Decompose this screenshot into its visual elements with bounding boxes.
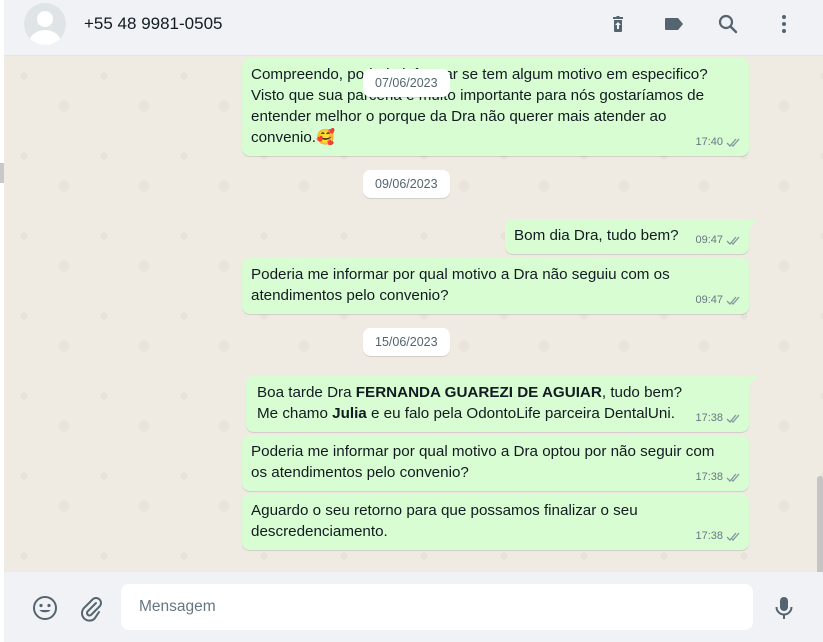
menu-dots-icon[interactable]	[772, 12, 796, 36]
message-line: os atendimentos pelo convenio?	[251, 464, 469, 481]
message-bubble[interactable]: Bom dia Dra, tudo bem? 09:47	[505, 219, 757, 254]
date-divider: 09/06/2023	[363, 170, 450, 198]
message-line: Aguardo o seu retorno para que possamos …	[251, 502, 638, 519]
double-check-icon	[726, 138, 740, 147]
message-meta: 09:47	[695, 290, 742, 311]
double-check-icon	[726, 236, 740, 245]
message-input[interactable]	[121, 584, 753, 630]
scrollbar[interactable]	[817, 476, 823, 572]
message-time: 17:40	[695, 136, 723, 148]
message-bubble[interactable]: Compreendo, poderia informar se tem algu…	[242, 58, 749, 156]
message-line: convenio.🥰	[251, 129, 335, 146]
text-segment: Boa tarde Dra	[257, 384, 356, 401]
attach-icon[interactable]	[77, 594, 105, 622]
date-divider-sticky: 07/06/2023	[363, 69, 450, 97]
message-list[interactable]: Compreendo, poderia informar se tem algu…	[4, 56, 823, 572]
double-check-icon	[726, 473, 740, 482]
avatar[interactable]	[24, 3, 66, 45]
message-line: Compreendo, poderia informar se tem algu…	[251, 66, 708, 83]
date-divider: 15/06/2023	[363, 328, 450, 356]
double-check-icon	[726, 296, 740, 305]
chat-window: +55 48 9981-0505 Compreendo, poderia inf…	[4, 0, 823, 642]
message-line: Boa tarde Dra FERNANDA GUAREZI DE AGUIAR…	[257, 382, 740, 403]
text-segment: Me chamo	[257, 405, 333, 422]
message-line: entender melhor o porque da Dra não quer…	[251, 108, 667, 125]
message-line: Me chamo Julia e eu falo pela OdontoLife…	[257, 403, 740, 424]
message-time: 09:47	[695, 294, 723, 306]
message-time: 09:47	[695, 234, 723, 246]
chat-header: +55 48 9981-0505	[4, 0, 823, 56]
emoji-icon[interactable]	[31, 594, 59, 622]
message-line: descredenciamento.	[251, 523, 388, 540]
message-meta: 17:40	[695, 132, 742, 153]
mic-icon[interactable]	[770, 594, 798, 622]
bold-name: Julia	[332, 405, 367, 422]
message-bubble[interactable]: Boa tarde Dra FERNANDA GUAREZI DE AGUIAR…	[246, 376, 757, 432]
message-bubble[interactable]: Aguardo o seu retorno para que possamos …	[242, 494, 749, 550]
double-check-icon	[726, 532, 740, 541]
message-meta: 17:38	[695, 467, 742, 488]
message-time: 17:38	[695, 412, 723, 424]
message-meta: 09:47	[695, 230, 742, 251]
text-segment: e eu falo pela OdontoLife parceira Denta…	[366, 405, 675, 422]
message-meta: 17:38	[695, 526, 742, 547]
message-meta: 17:38	[695, 408, 742, 429]
message-line: Poderia me informar por qual motivo a Dr…	[251, 266, 670, 283]
message-bubble[interactable]: Poderia me informar por qual motivo a Dr…	[242, 258, 749, 314]
avatar-head	[37, 11, 53, 27]
composer	[4, 572, 823, 642]
double-check-icon	[726, 414, 740, 423]
message-time: 17:38	[695, 471, 723, 483]
message-bubble[interactable]: Poderia me informar por qual motivo a Dr…	[242, 435, 749, 491]
message-line: Visto que sua parceria é muito important…	[251, 87, 705, 104]
bold-name: FERNANDA GUAREZI DE AGUIAR	[355, 384, 602, 401]
message-line: atendimentos pelo convenio?	[251, 287, 449, 304]
trash-icon[interactable]	[606, 12, 630, 36]
contact-name[interactable]: +55 48 9981-0505	[84, 14, 223, 34]
search-icon[interactable]	[716, 12, 740, 36]
label-icon[interactable]	[662, 12, 686, 36]
message-line: Poderia me informar por qual motivo a Dr…	[251, 443, 715, 460]
message-time: 17:38	[695, 530, 723, 542]
avatar-body	[29, 30, 61, 45]
text-segment: , tudo bem?	[601, 384, 683, 401]
